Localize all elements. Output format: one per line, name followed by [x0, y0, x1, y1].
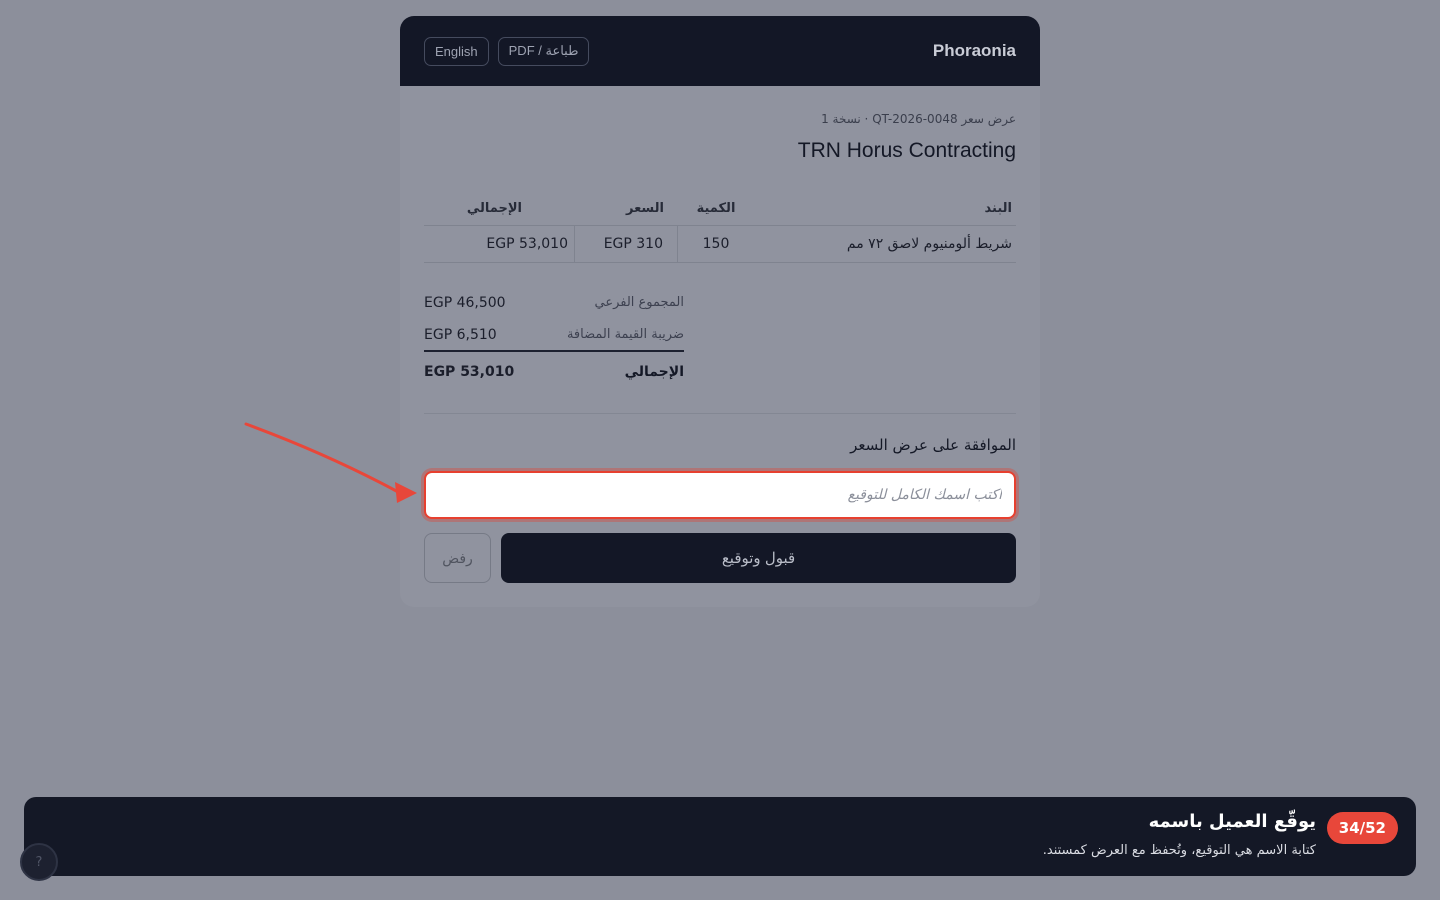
table-row: شريط ألومنيوم لاصق ٧٢ مم 150 EGP 310 EGP…	[424, 226, 1016, 263]
card-header: English طباعة / PDF Phoraonia	[400, 16, 1040, 86]
pointer-arrow-icon	[244, 422, 417, 503]
subtotal-label: المجموع الفرعي	[594, 295, 684, 310]
help-icon[interactable]: ?	[20, 843, 58, 881]
header-qty: الكمية	[696, 201, 736, 216]
items-table: البند الكمية السعر الإجمالي شريط ألومنيو…	[424, 192, 1016, 263]
grand-total-value: EGP 53,010	[424, 364, 515, 380]
header-total: الإجمالي	[466, 201, 522, 216]
cell-price: EGP 310	[574, 226, 678, 262]
print-pdf-button[interactable]: طباعة / PDF	[497, 36, 590, 66]
totals-summary: المجموع الفرعي EGP 46,500 ضريبة القيمة ا…	[424, 286, 684, 392]
grand-total-label: الإجمالي	[624, 364, 684, 380]
quote-meta: عرض سعر QT-2026-0048 · نسخة 1	[821, 112, 1016, 126]
reject-button[interactable]: رفض	[424, 533, 491, 583]
table-header: البند الكمية السعر الإجمالي	[424, 192, 1016, 226]
accept-sign-button[interactable]: قبول وتوقيع	[501, 533, 1016, 583]
header-price: السعر	[626, 201, 664, 216]
divider	[424, 413, 1016, 414]
language-toggle-button[interactable]: English	[424, 36, 489, 66]
cell-total: EGP 53,010	[424, 236, 574, 252]
subtotal-value: EGP 46,500	[424, 294, 506, 311]
cell-item: شريط ألومنيوم لاصق ٧٢ مم	[846, 236, 1012, 252]
cell-price-text: EGP 310	[603, 236, 663, 252]
vat-label: ضريبة القيمة المضافة	[566, 327, 684, 342]
tour-description: كتابة الاسم هي التوقيع، وتُحفظ مع العرض …	[1042, 843, 1316, 858]
grand-total-row: الإجمالي EGP 53,010	[424, 352, 684, 392]
acceptance-title: الموافقة على عرض السعر	[850, 436, 1016, 454]
tour-tooltip: 34/52 يوقّع العميل باسمه كتابة الاسم هي …	[24, 797, 1416, 876]
vat-value: EGP 6,510	[424, 326, 497, 343]
cell-qty: 150	[702, 236, 730, 252]
quote-card: English طباعة / PDF Phoraonia عرض سعر QT…	[400, 16, 1040, 607]
tour-title: يوقّع العميل باسمه	[1148, 811, 1316, 832]
tour-step-badge: 34/52	[1326, 812, 1398, 844]
header-actions: English طباعة / PDF	[424, 36, 590, 66]
signature-input[interactable]	[424, 471, 1016, 519]
header-item: البند	[984, 201, 1012, 216]
brand-logo: Phoraonia	[932, 41, 1016, 60]
subtotal-row: المجموع الفرعي EGP 46,500	[424, 286, 684, 319]
cell-total-text: EGP 53,010	[486, 236, 568, 252]
vat-row: ضريبة القيمة المضافة EGP 6,510	[424, 319, 684, 352]
client-name: TRN Horus Contracting	[797, 139, 1016, 162]
